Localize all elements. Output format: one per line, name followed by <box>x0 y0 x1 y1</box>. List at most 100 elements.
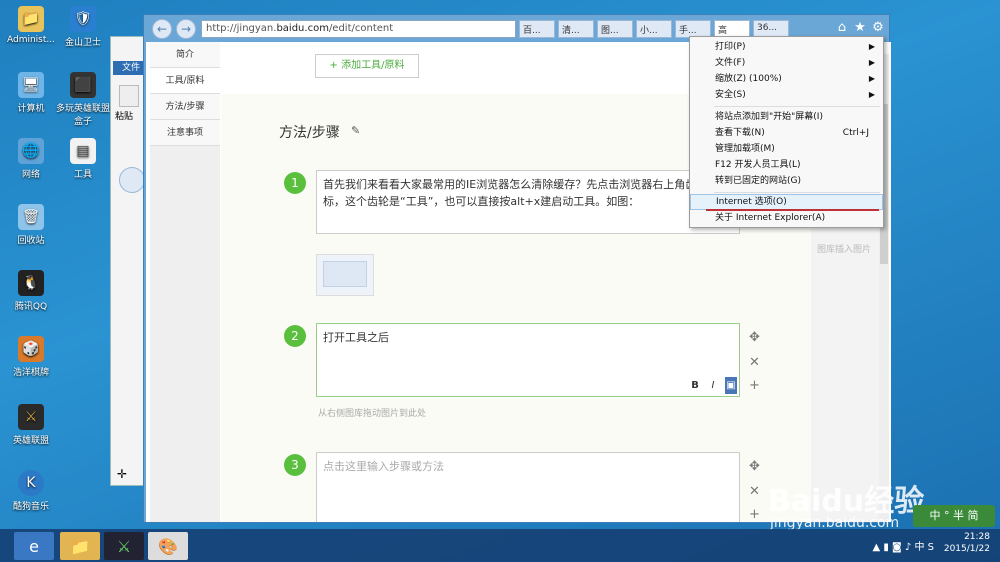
add-step-icon[interactable]: + <box>749 507 760 522</box>
menu-separator <box>714 192 880 193</box>
clock-date: 2015/1/22 <box>943 544 990 554</box>
italic-button[interactable]: I <box>707 377 719 394</box>
tab-label: 清... <box>562 26 580 36</box>
step-text-box[interactable]: 点击这里输入步骤或方法 <box>316 452 740 522</box>
submenu-arrow-icon: ▶ <box>868 90 875 99</box>
menu-label: 转到已固定的网站(G) <box>715 176 801 186</box>
browser-tab[interactable]: 图... <box>597 20 633 38</box>
step-text-box[interactable]: 打开工具之后 B I ▣ <box>316 323 740 397</box>
favorites-star-icon[interactable]: ★ <box>852 20 868 36</box>
ime-status-bar[interactable]: 中 ° 半 简 <box>913 505 995 527</box>
tab-label: 36... <box>757 23 778 33</box>
menu-item-file[interactable]: 文件(F) ▶ <box>690 55 883 71</box>
menu-label: 文件(F) <box>715 58 746 68</box>
qq-penguin-icon: 🐧 <box>18 270 44 296</box>
desktop-icon-tools[interactable]: ▤ 工具 <box>52 138 114 180</box>
paste-icon[interactable] <box>119 85 139 107</box>
desktop-icon-label: 工具 <box>73 170 92 180</box>
menu-label: 打印(P) <box>715 42 746 52</box>
menu-label: F12 开发人员工具(L) <box>715 160 801 170</box>
sidebar-item-steps[interactable]: 方法/步骤 <box>150 94 220 120</box>
step-image-thumbnail[interactable] <box>316 254 374 296</box>
clock[interactable]: 21:28 2015/1/22 <box>944 531 990 555</box>
clock-time: 21:28 <box>964 532 990 542</box>
menu-item-pinned-sites[interactable]: 转到已固定的网站(G) <box>690 173 883 189</box>
desktop-icon-jinshan[interactable]: 🛡 金山卫士 <box>52 6 114 48</box>
menu-item-addons[interactable]: 管理加载项(M) <box>690 141 883 157</box>
desktop-icon-label: 网络 <box>21 170 40 180</box>
address-domain: baidu.com <box>276 23 329 34</box>
move-icon[interactable]: ✥ <box>749 459 760 474</box>
computer-icon: 🖥 <box>18 72 44 98</box>
sidebar-item-intro[interactable]: 简介 <box>150 42 220 68</box>
desktop-icon-label: 多玩英雄联盟盒子 <box>55 104 110 127</box>
recycle-bin-icon: 🗑 <box>18 204 44 230</box>
pencil-icon[interactable]: ✎ <box>351 124 360 137</box>
taskbar: e 📁 ⚔ 🎨 ▲ ▮ ◙ ♪ 中 S 21:28 2015/1/22 <box>0 529 1000 562</box>
menu-item-zoom[interactable]: 缩放(Z) (100%) ▶ <box>690 71 883 87</box>
menu-label: 缩放(Z) (100%) <box>715 74 782 84</box>
tab-label: 手... <box>679 26 697 36</box>
menu-label: Internet 选项(O) <box>716 197 787 207</box>
kugou-icon: K <box>18 470 44 496</box>
desktop-icon-recycle[interactable]: 🗑 回收站 <box>0 204 62 246</box>
tab-label: 小... <box>640 26 658 36</box>
desktop-icon-haoyang[interactable]: 🎲 浩洋棋牌 <box>0 336 62 378</box>
desktop-icon-label: 酷狗音乐 <box>12 502 49 512</box>
desktop-icon-label: Administ... <box>7 35 55 45</box>
box-icon: ⬛ <box>70 72 96 98</box>
menu-label: 管理加载项(M) <box>715 144 775 154</box>
shield-icon: 🛡 <box>70 6 96 32</box>
ime-lang-indicator[interactable]: 中 <box>914 542 924 553</box>
folder-icon: 📁 <box>18 6 44 32</box>
step-number: 2 <box>284 325 306 347</box>
ie-taskbar-icon[interactable]: e <box>14 532 54 560</box>
system-tray-icons[interactable]: ▲ ▮ ◙ ♪ 中 S <box>872 538 934 553</box>
submenu-arrow-icon: ▶ <box>868 58 875 67</box>
menu-item-internet-options[interactable]: Internet 选项(O) <box>690 194 883 210</box>
step-number: 1 <box>284 172 306 194</box>
sidebar-item-tools[interactable]: 工具/原料 <box>150 68 220 94</box>
add-step-icon[interactable]: + <box>749 378 760 393</box>
game-taskbar-icon[interactable]: ⚔ <box>104 532 144 560</box>
delete-icon[interactable]: ✕ <box>749 484 760 499</box>
image-library-hint: 图库插入图片 <box>817 245 872 255</box>
menu-item-devtools[interactable]: F12 开发人员工具(L) <box>690 157 883 173</box>
ime-s-icon[interactable]: S <box>928 542 934 553</box>
step-text-box[interactable]: 首先我们来看看大家最常用的IE浏览器怎么清除缓存？先点击浏览器右上角齿轮图标，这… <box>316 170 740 234</box>
plus-icon[interactable]: ✛ <box>117 467 127 481</box>
desktop-icon-lol[interactable]: ⚔ 英雄联盟 <box>0 404 62 446</box>
browser-tab[interactable]: 清... <box>558 20 594 38</box>
baidu-watermark: Baidu经验 <box>768 484 925 519</box>
menu-item-print[interactable]: 打印(P) ▶ <box>690 39 883 55</box>
back-button[interactable]: ← <box>152 19 172 39</box>
menu-item-security[interactable]: 安全(S) ▶ <box>690 87 883 103</box>
desktop-icon-lol-box[interactable]: ⬛ 多玩英雄联盟盒子 <box>52 72 114 127</box>
delete-icon[interactable]: ✕ <box>749 355 760 370</box>
move-icon[interactable]: ✥ <box>749 330 760 345</box>
sidebar-item-notes[interactable]: 注意事项 <box>150 120 220 146</box>
image-insert-icon[interactable]: ▣ <box>725 377 737 394</box>
desktop-icon-label: 回收站 <box>17 236 45 246</box>
desktop-icon-qq[interactable]: 🐧 腾讯QQ <box>0 270 62 312</box>
explorer-taskbar-icon[interactable]: 📁 <box>60 532 100 560</box>
add-tool-button[interactable]: + 添加工具/原料 <box>315 54 419 78</box>
menu-item-add-to-start[interactable]: 将站点添加到"开始"屏幕(I) <box>690 109 883 125</box>
address-bar[interactable]: http://jingyan.baidu.com/edit/content <box>201 20 516 38</box>
forward-button[interactable]: → <box>176 19 196 39</box>
home-icon[interactable]: ⌂ <box>834 20 850 36</box>
browser-tab[interactable]: 小... <box>636 20 672 38</box>
bold-button[interactable]: B <box>689 377 701 394</box>
desktop-icon-kugou[interactable]: K 酷狗音乐 <box>0 470 62 512</box>
browser-tab[interactable]: 百... <box>519 20 555 38</box>
menu-separator <box>714 106 880 107</box>
menu-item-about-ie[interactable]: 关于 Internet Explorer(A) <box>690 210 883 226</box>
menu-item-downloads[interactable]: 查看下载(N) Ctrl+J <box>690 125 883 141</box>
gear-icon[interactable]: ⚙ <box>870 20 886 36</box>
lol-icon: ⚔ <box>18 404 44 430</box>
sidebar-nav: 简介 工具/原料 方法/步骤 注意事项 <box>150 42 220 522</box>
menu-label: 查看下载(N) <box>715 128 765 138</box>
address-prefix: http://jingyan. <box>206 23 277 34</box>
paint-taskbar-icon[interactable]: 🎨 <box>148 532 188 560</box>
back-arrow-icon[interactable] <box>119 167 145 193</box>
